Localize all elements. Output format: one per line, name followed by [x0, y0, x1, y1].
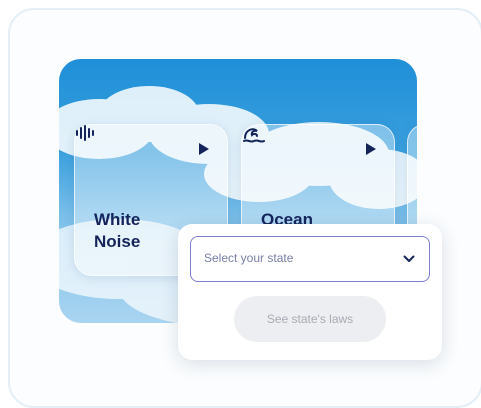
state-select[interactable]: Select your state: [190, 236, 430, 282]
play-icon[interactable]: [199, 143, 209, 155]
see-state-laws-button[interactable]: See state's laws: [234, 296, 386, 342]
state-select-placeholder: Select your state: [204, 251, 294, 265]
play-icon[interactable]: [366, 143, 376, 155]
wave-icon: [243, 128, 265, 143]
chevron-down-icon: [403, 255, 415, 262]
state-selector-panel: Select your state See state's laws: [178, 224, 442, 360]
waveform-icon: [76, 125, 94, 141]
